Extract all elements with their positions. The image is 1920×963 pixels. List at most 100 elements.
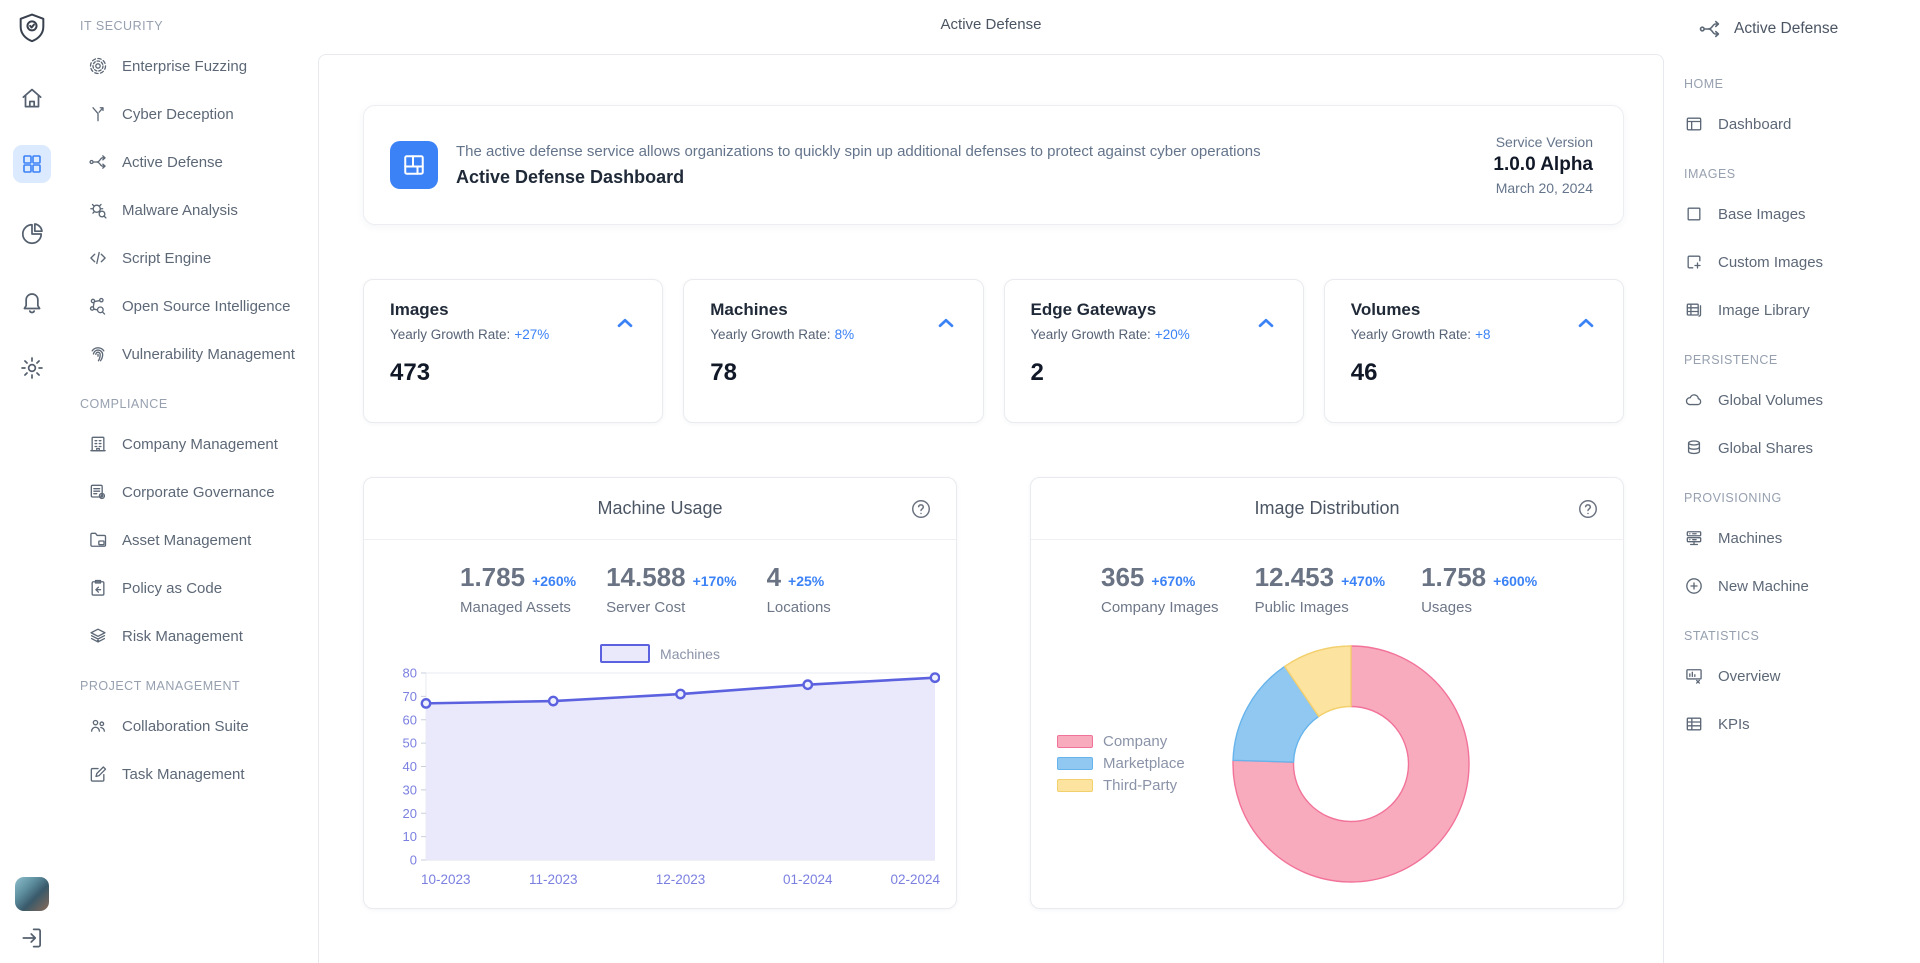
- legend-swatch: [1057, 735, 1093, 748]
- donut-legend-item-company[interactable]: Company: [1057, 730, 1185, 752]
- legend-label: Third-Party: [1103, 777, 1177, 794]
- logout-icon[interactable]: [19, 925, 45, 951]
- nav-item-label: Asset Management: [122, 532, 251, 549]
- nav-item-collaboration-suite[interactable]: Collaboration Suite: [64, 702, 318, 750]
- nav-item-policy-as-code[interactable]: Policy as Code: [64, 564, 318, 612]
- nav-item-open-source-intelligence[interactable]: Open Source Intelligence: [64, 282, 318, 330]
- chart-header: Machine Usage: [364, 478, 956, 540]
- nav-item-asset-management[interactable]: Asset Management: [64, 516, 318, 564]
- nav-item-company-management[interactable]: Company Management: [64, 420, 318, 468]
- chevron-up-icon[interactable]: [1573, 312, 1599, 334]
- square-icon: [1684, 204, 1704, 224]
- sidebar-item-label: Image Library: [1718, 302, 1810, 319]
- question-circle-icon[interactable]: [910, 498, 932, 520]
- chevron-up-icon[interactable]: [612, 312, 638, 334]
- stat-group: 365+670% Company Images: [1101, 562, 1219, 616]
- user-avatar[interactable]: [15, 877, 49, 911]
- shuffle-icon: [88, 152, 108, 172]
- service-version-date: March 20, 2024: [1493, 180, 1593, 196]
- question-circle-icon[interactable]: [1577, 498, 1599, 520]
- chevron-up-icon[interactable]: [1253, 312, 1279, 334]
- sidebar-item-label: Machines: [1718, 530, 1782, 547]
- stat-value: 46: [1351, 359, 1597, 387]
- chevron-up-icon[interactable]: [933, 312, 959, 334]
- svg-text:11-2023: 11-2023: [529, 872, 578, 887]
- service-version-block: Service Version 1.0.0 Alpha March 20, 20…: [1493, 134, 1593, 196]
- page-title: Active Defense: [318, 16, 1664, 33]
- nav-item-task-management[interactable]: Task Management: [64, 750, 318, 798]
- stat-growth: Yearly Growth Rate:8%: [710, 327, 956, 342]
- legend-label: Company: [1103, 733, 1167, 750]
- clipboard-icon: [88, 578, 108, 598]
- sidebar-item-global-volumes[interactable]: Global Volumes: [1664, 376, 1920, 424]
- stat-title: Images: [390, 300, 636, 320]
- nav-item-label: Collaboration Suite: [122, 718, 249, 735]
- sidebar-item-overview[interactable]: Overview: [1664, 652, 1920, 700]
- network-search-icon: [88, 296, 108, 316]
- sidebar-item-kpis[interactable]: KPIs: [1664, 700, 1920, 748]
- image-stack-icon: [1684, 300, 1704, 320]
- bell-icon[interactable]: [19, 289, 45, 315]
- sidebar-sections: HOMEDashboardIMAGESBase ImagesCustom Ima…: [1664, 58, 1920, 748]
- sidebar-header-label: Active Defense: [1734, 20, 1838, 38]
- stat-group: 4+25% Locations: [767, 562, 831, 616]
- donut-legend-item-marketplace[interactable]: Marketplace: [1057, 752, 1185, 774]
- svg-text:10-2023: 10-2023: [421, 872, 471, 887]
- image-distribution-stats: 365+670% Company Images 12.453+470% Publ…: [1031, 562, 1623, 616]
- nav-item-label: Script Engine: [122, 250, 211, 267]
- nav-item-script-engine[interactable]: Script Engine: [64, 234, 318, 282]
- sidebar-item-global-shares[interactable]: Global Shares: [1664, 424, 1920, 472]
- dashboard-tile-glyph: [399, 150, 429, 180]
- building-icon: [88, 434, 108, 454]
- table-icon: [1684, 714, 1704, 734]
- dashboard-tile-icon: [390, 141, 438, 189]
- sidebar-item-label: Global Volumes: [1718, 392, 1823, 409]
- sidebar-item-dashboard[interactable]: Dashboard: [1664, 100, 1920, 148]
- banner-title: Active Defense Dashboard: [456, 167, 1261, 188]
- stat-card-row: Images Yearly Growth Rate:+27% 473 Machi…: [363, 279, 1624, 423]
- sidebar-item-label: New Machine: [1718, 578, 1809, 595]
- banner-description: The active defense service allows organi…: [456, 143, 1261, 160]
- stat-value: 78: [710, 359, 956, 387]
- right-sidebar: Active Defense HOMEDashboardIMAGESBase I…: [1664, 0, 1920, 963]
- image-distribution-card: Image Distribution 365+670% Company Imag…: [1030, 477, 1624, 909]
- nav-item-label: Enterprise Fuzzing: [122, 58, 247, 75]
- sidebar-header-active-defense[interactable]: Active Defense: [1664, 0, 1920, 58]
- target-icon: [88, 56, 108, 76]
- main-content: The active defense service allows organi…: [318, 54, 1664, 963]
- nav-item-enterprise-fuzzing[interactable]: Enterprise Fuzzing: [64, 42, 318, 90]
- legend-swatch: [600, 644, 650, 663]
- nav-item-active-defense[interactable]: Active Defense: [64, 138, 318, 186]
- sidebar-item-machines[interactable]: Machines: [1664, 514, 1920, 562]
- nav-item-cyber-deception[interactable]: Cyber Deception: [64, 90, 318, 138]
- svg-text:40: 40: [403, 759, 417, 774]
- stat-title: Edge Gateways: [1031, 300, 1277, 320]
- line-chart-legend[interactable]: Machines: [364, 644, 956, 663]
- sidebar-item-custom-images[interactable]: Custom Images: [1664, 238, 1920, 286]
- nav-item-risk-management[interactable]: Risk Management: [64, 612, 318, 660]
- svg-text:80: 80: [403, 666, 417, 681]
- nav-item-corporate-governance[interactable]: Corporate Governance: [64, 468, 318, 516]
- donut-legend-item-third-party[interactable]: Third-Party: [1057, 774, 1185, 796]
- nav-item-malware-analysis[interactable]: Malware Analysis: [64, 186, 318, 234]
- service-version-label: Service Version: [1493, 134, 1593, 150]
- pie-chart-icon[interactable]: [19, 221, 45, 247]
- grid-icon[interactable]: [13, 145, 51, 183]
- edit-icon: [88, 764, 108, 784]
- svg-text:01-2024: 01-2024: [783, 872, 833, 887]
- sidebar-item-new-machine[interactable]: New Machine: [1664, 562, 1920, 610]
- home-icon[interactable]: [19, 85, 45, 111]
- sidebar-item-image-library[interactable]: Image Library: [1664, 286, 1920, 334]
- nav-section-title-it-security: IT SECURITY: [64, 0, 318, 42]
- sidebar-item-base-images[interactable]: Base Images: [1664, 190, 1920, 238]
- machine-usage-card: Machine Usage 1.785+260% Managed Assets …: [363, 477, 957, 909]
- sidebar-section-title-statistics: STATISTICS: [1664, 610, 1920, 652]
- stat-card-images: Images Yearly Growth Rate:+27% 473: [363, 279, 663, 423]
- window-icon: [1684, 114, 1704, 134]
- stat-group: 14.588+170% Server Cost: [606, 562, 737, 616]
- chart-title: Image Distribution: [1254, 498, 1399, 519]
- nav-item-label: Task Management: [122, 766, 245, 783]
- nav-item-vulnerability-management[interactable]: Vulnerability Management: [64, 330, 318, 378]
- gear-icon[interactable]: [19, 355, 45, 381]
- svg-text:02-2024: 02-2024: [890, 872, 940, 887]
